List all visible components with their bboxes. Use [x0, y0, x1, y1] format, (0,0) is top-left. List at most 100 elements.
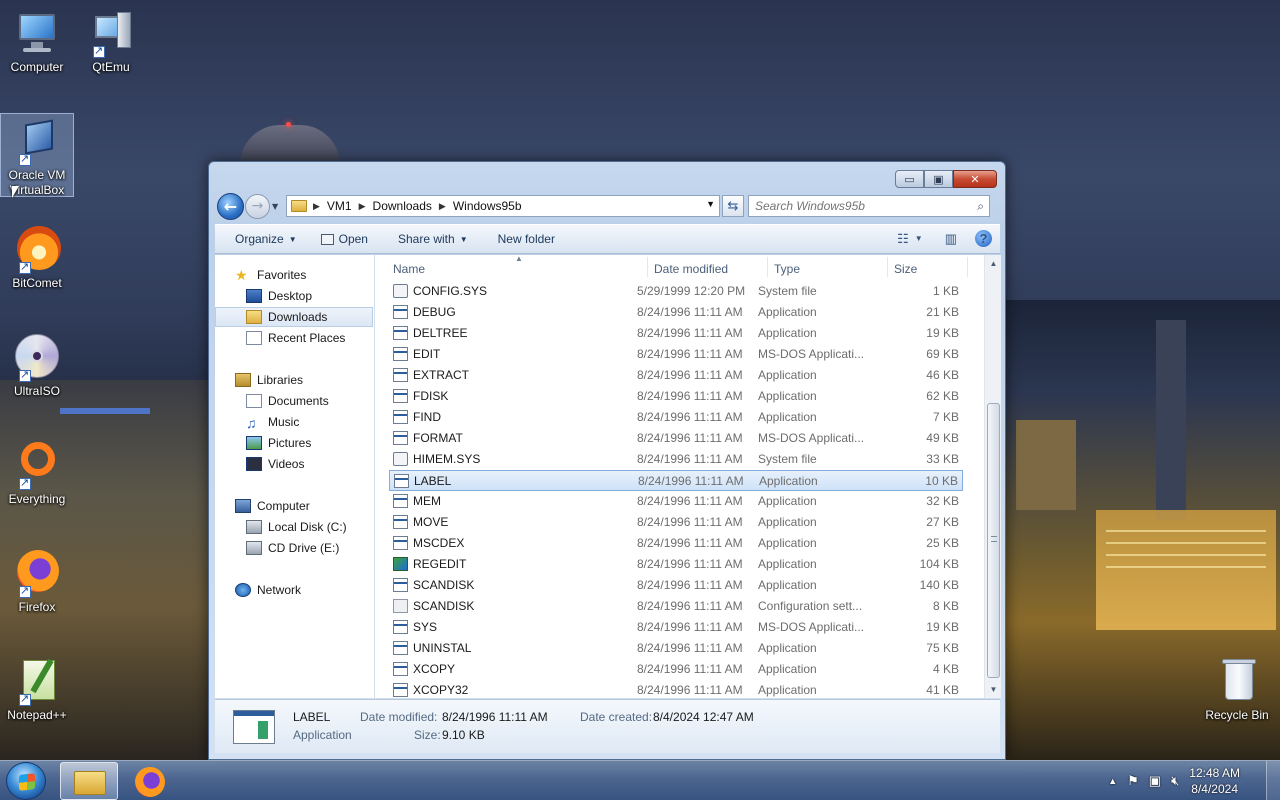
column-header-size[interactable]: Size: [894, 262, 917, 276]
table-row[interactable]: SYS 8/24/1996 11:11 AM MS-DOS Applicati...…: [389, 617, 963, 638]
desktop-icon-bitcomet[interactable]: BitComet: [0, 222, 74, 291]
table-row[interactable]: UNINSTAL 8/24/1996 11:11 AM Application 75 …: [389, 638, 963, 659]
nav-desktop[interactable]: Desktop: [215, 286, 373, 306]
search-input[interactable]: [755, 199, 965, 213]
table-row[interactable]: DEBUG 8/24/1996 11:11 AM Application 21 KB: [389, 302, 963, 323]
desktop-icon-ultraiso[interactable]: UltraISO: [0, 330, 74, 399]
breadcrumb-downloads[interactable]: Downloads: [373, 199, 432, 213]
table-row[interactable]: FDISK 8/24/1996 11:11 AM Application 62 KB: [389, 386, 963, 407]
file-size: 46 KB: [926, 368, 959, 382]
nav-videos[interactable]: Videos: [215, 454, 373, 474]
file-type: MS-DOS Applicati...: [758, 431, 865, 445]
table-row[interactable]: MSCDEX 8/24/1996 11:11 AM Application 25 KB: [389, 533, 963, 554]
table-row[interactable]: SCANDISK 8/24/1996 11:11 AM Application 140…: [389, 575, 963, 596]
table-row[interactable]: SCANDISK 8/24/1996 11:11 AM Configuration …: [389, 596, 963, 617]
forward-button[interactable]: →: [245, 193, 270, 219]
desktop-icon-virtualbox[interactable]: Oracle VM VirtualBox: [0, 113, 74, 197]
nav-music[interactable]: ♫ Music: [215, 412, 373, 432]
taskbar-explorer-button[interactable]: [60, 762, 118, 800]
nav-network[interactable]: Network: [215, 580, 373, 600]
close-button[interactable]: ✕: [953, 170, 997, 188]
clock[interactable]: 12:48 AM 8/4/2024: [1189, 765, 1240, 797]
nav-cd-drive[interactable]: CD Drive (E:): [215, 538, 373, 558]
recent-pages-dropdown[interactable]: ▼: [272, 202, 282, 211]
nav-local-disk[interactable]: Local Disk (C:): [215, 517, 373, 537]
refresh-button[interactable]: ⇆: [722, 195, 744, 217]
organize-menu[interactable]: Organize ▼: [215, 224, 309, 254]
breadcrumb-windows95b[interactable]: Windows95b: [453, 199, 522, 213]
file-name: LABEL: [414, 474, 452, 488]
table-row[interactable]: MEM 8/24/1996 11:11 AM Application 32 KB: [389, 491, 963, 512]
nav-computer[interactable]: Computer: [215, 496, 373, 516]
column-header-name[interactable]: Name: [393, 262, 425, 276]
file-type: Application: [758, 641, 817, 655]
help-icon[interactable]: ?: [975, 230, 992, 247]
table-row[interactable]: REGEDIT 8/24/1996 11:11 AM Application 104 …: [389, 554, 963, 575]
new-folder-button[interactable]: New folder: [480, 224, 567, 254]
vertical-scrollbar[interactable]: ▲ ▼: [984, 255, 1001, 698]
column-header-date[interactable]: Date modified: [654, 262, 728, 276]
command-bar: Organize ▼ Open Share with ▼ New folder ☷ …: [215, 224, 1000, 254]
nav-pictures[interactable]: Pictures: [215, 433, 373, 453]
column-divider[interactable]: [767, 257, 768, 277]
address-bar[interactable]: ▶ VM1 ▶ Downloads ▶ Windows95b ▼: [286, 195, 720, 217]
desktop-icon-qtemu[interactable]: QtEmu: [74, 6, 148, 75]
table-row[interactable]: CONFIG.SYS 5/29/1999 12:20 PM System file 1…: [389, 281, 963, 302]
column-divider[interactable]: [647, 257, 648, 277]
table-row[interactable]: DELTREE 8/24/1996 11:11 AM Application 19 K…: [389, 323, 963, 344]
breadcrumb-separator-icon[interactable]: ▶: [359, 201, 366, 212]
table-row[interactable]: HIMEM.SYS 8/24/1996 11:11 AM System file 33…: [389, 449, 963, 470]
taskbar-firefox-button[interactable]: [121, 762, 179, 800]
column-header-type[interactable]: Type: [774, 262, 800, 276]
start-button[interactable]: [6, 762, 46, 800]
table-row[interactable]: EDIT 8/24/1996 11:11 AM MS-DOS Applicati..…: [389, 344, 963, 365]
desktop-icon-firefox[interactable]: Firefox: [0, 546, 74, 615]
preview-pane-icon[interactable]: ▥: [945, 231, 957, 247]
show-hidden-icons-icon[interactable]: ▲: [1108, 776, 1117, 786]
scroll-down-icon[interactable]: ▼: [985, 681, 1002, 698]
show-desktop-button[interactable]: [1266, 761, 1280, 800]
network-status-icon[interactable]: ▣: [1149, 773, 1161, 789]
file-date-modified: 8/24/1996 11:11 AM: [637, 536, 743, 550]
scroll-up-icon[interactable]: ▲: [985, 255, 1002, 272]
volume-muted-icon[interactable]: 🔇︎: [1171, 773, 1179, 789]
column-divider[interactable]: [967, 257, 968, 277]
desktop-icon-notepadpp[interactable]: Notepad++: [0, 654, 74, 723]
breadcrumb-separator-icon[interactable]: ▶: [439, 201, 446, 212]
scrollbar-thumb[interactable]: [987, 403, 1000, 678]
desktop-icon-recycle-bin[interactable]: Recycle Bin: [1199, 654, 1275, 723]
details-pane: LABEL Application Date modified: 8/24/19…: [215, 699, 1000, 753]
column-divider[interactable]: [887, 257, 888, 277]
file-date-modified: 8/24/1996 11:11 AM: [637, 662, 743, 676]
maximize-button[interactable]: ▣: [924, 170, 953, 188]
desktop-icon-computer[interactable]: Computer: [0, 6, 74, 75]
action-center-flag-icon[interactable]: ⚑: [1127, 773, 1139, 789]
breadcrumb-separator-icon: ▶: [313, 200, 320, 211]
share-with-menu[interactable]: Share with ▼: [380, 224, 480, 254]
open-button[interactable]: Open: [309, 224, 380, 254]
table-row[interactable]: MOVE 8/24/1996 11:11 AM Application 27 KB: [389, 512, 963, 533]
nav-favorites[interactable]: ★ Favorites: [235, 265, 373, 285]
table-row[interactable]: LABEL 8/24/1996 11:11 AM Application 10 KB: [389, 470, 963, 491]
file-date-modified: 8/24/1996 11:11 AM: [637, 620, 743, 634]
search-icon[interactable]: ⌕: [977, 199, 984, 214]
table-row[interactable]: FORMAT 8/24/1996 11:11 AM MS-DOS Applicati…: [389, 428, 963, 449]
back-button[interactable]: ←: [217, 192, 244, 220]
desktop-icon-everything[interactable]: Everything: [0, 438, 74, 507]
view-options-chevron-icon[interactable]: ▼: [915, 234, 923, 243]
address-history-dropdown-icon[interactable]: ▼: [706, 199, 715, 209]
nav-downloads[interactable]: Downloads: [215, 307, 373, 327]
table-row[interactable]: XCOPY 8/24/1996 11:11 AM Application 4 KB: [389, 659, 963, 680]
nav-recent-places[interactable]: Recent Places: [215, 328, 373, 348]
computer-icon: [13, 10, 61, 58]
table-row[interactable]: FIND 8/24/1996 11:11 AM Application 7 KB: [389, 407, 963, 428]
nav-documents[interactable]: Documents: [215, 391, 373, 411]
file-name: SCANDISK: [413, 599, 475, 613]
minimize-button[interactable]: ▭: [895, 170, 924, 188]
table-row[interactable]: XCOPY32 8/24/1996 11:11 AM Application 41 K…: [389, 680, 963, 701]
explorer-window[interactable]: ▭ ▣ ✕ ← → ▼ ▶ VM1 ▶ Downloads ▶ Windows9…: [208, 161, 1006, 760]
nav-libraries[interactable]: Libraries: [215, 370, 373, 390]
change-view-icon[interactable]: ☷: [897, 231, 909, 247]
breadcrumb-vm1[interactable]: VM1: [327, 199, 352, 213]
table-row[interactable]: EXTRACT 8/24/1996 11:11 AM Application 46 K…: [389, 365, 963, 386]
